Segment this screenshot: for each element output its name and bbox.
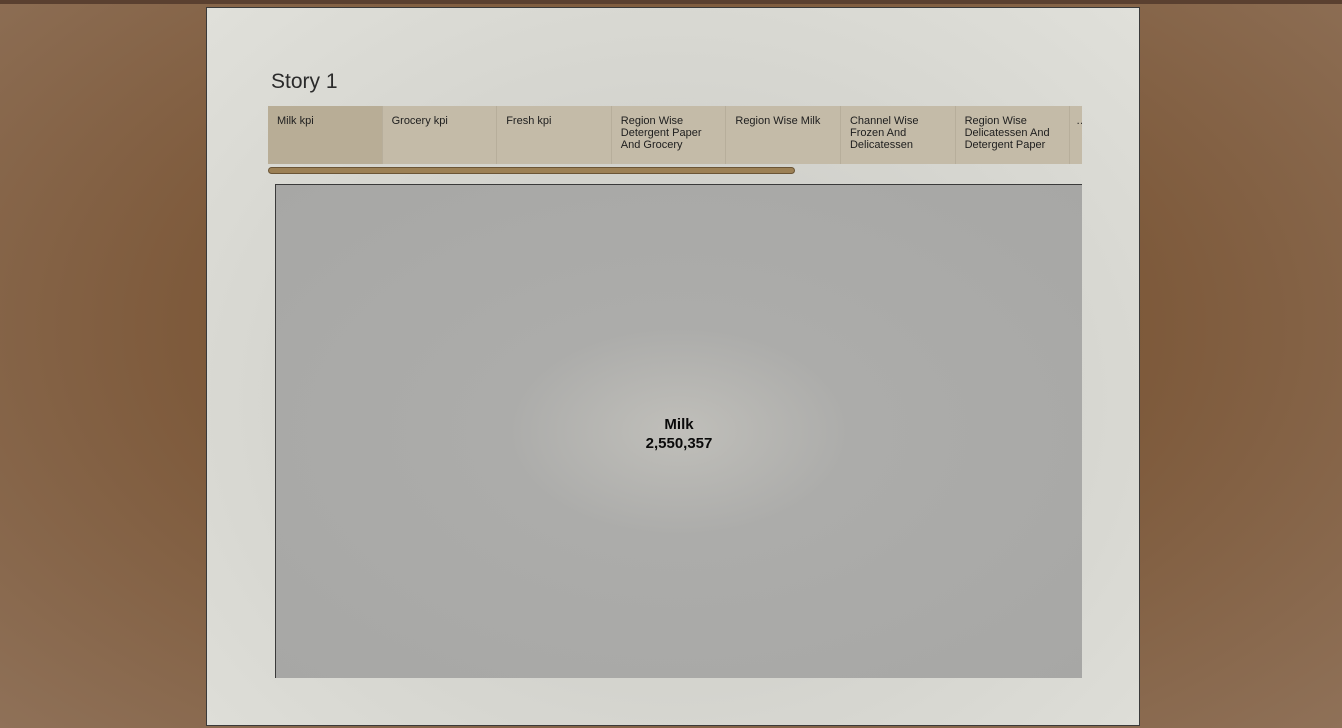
kpi-text: Milk 2,550,357 [276, 415, 1082, 453]
tab-milk-kpi[interactable]: Milk kpi [268, 106, 383, 164]
tab-overflow-indicator[interactable]: … [1070, 106, 1082, 164]
window-top-strip [0, 0, 1342, 4]
tab-region-wise-milk[interactable]: Region Wise Milk [726, 106, 841, 164]
tab-region-wise-delicatessen-and-detergent-paper[interactable]: Region Wise Delicatessen And Detergent P… [956, 106, 1071, 164]
story-page: Story 1 Milk kpi Grocery kpi Fresh kpi R… [206, 7, 1140, 726]
tab-channel-wise-frozen-and-delicatessen[interactable]: Channel Wise Frozen And Delicatessen [841, 106, 956, 164]
kpi-value: 2,550,357 [645, 435, 713, 452]
tab-grocery-kpi[interactable]: Grocery kpi [383, 106, 498, 164]
tab-region-wise-detergent-paper-and-grocery[interactable]: Region Wise Detergent Paper And Grocery [612, 106, 727, 164]
tabs-scrollbar[interactable] [268, 167, 795, 174]
story-title: Story 1 [271, 70, 338, 93]
kpi-visualization: Milk 2,550,357 [275, 184, 1082, 678]
tab-fresh-kpi[interactable]: Fresh kpi [497, 106, 612, 164]
story-points-navigator: Milk kpi Grocery kpi Fresh kpi Region Wi… [268, 106, 1082, 164]
kpi-label: Milk [664, 416, 694, 433]
